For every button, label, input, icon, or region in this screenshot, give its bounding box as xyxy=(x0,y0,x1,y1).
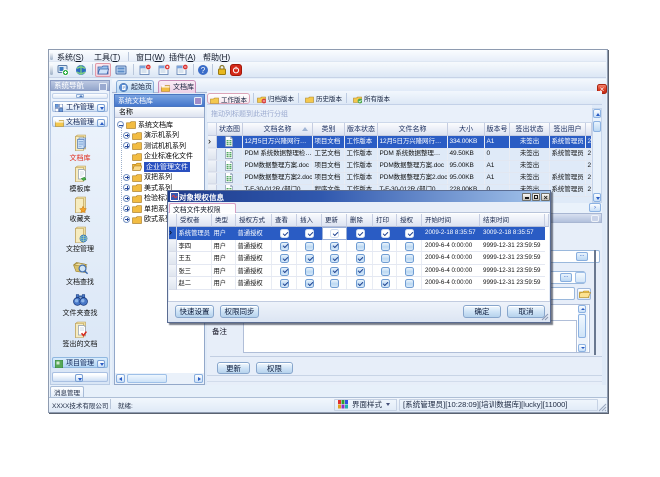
svg-text:?: ? xyxy=(201,66,206,75)
